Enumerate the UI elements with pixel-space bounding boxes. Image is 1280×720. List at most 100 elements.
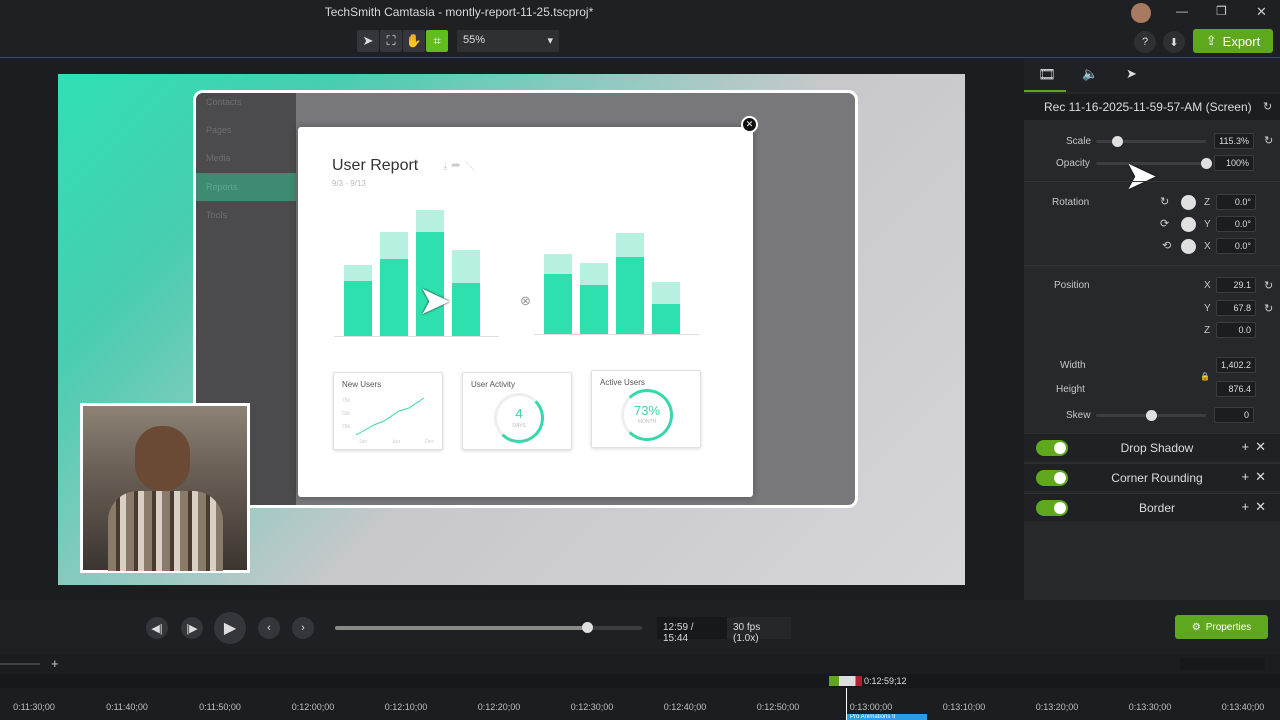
card-title: Active Users bbox=[600, 378, 645, 387]
y-tick: 75k bbox=[342, 398, 351, 404]
scrubber-track[interactable] bbox=[335, 626, 642, 630]
skew-field[interactable]: 0 bbox=[1214, 407, 1254, 423]
cursor-properties-tab-icon[interactable]: ➤ bbox=[1126, 66, 1137, 82]
lock-aspect-icon[interactable]: 🔒 bbox=[1200, 372, 1210, 381]
rotation-y-dial[interactable] bbox=[1181, 217, 1196, 232]
time-display: 12:59 / 15:44 bbox=[657, 617, 727, 644]
bar-top bbox=[580, 262, 608, 285]
properties-button[interactable]: ⚙ Properties bbox=[1175, 615, 1268, 639]
bar-top bbox=[380, 231, 408, 259]
zoom-in-icon[interactable]: + bbox=[51, 656, 59, 671]
chevron-down-icon: ▾ bbox=[547, 35, 553, 47]
position-y-field[interactable]: 67.8 bbox=[1216, 300, 1256, 316]
bar-base bbox=[544, 273, 572, 334]
maximize-icon[interactable]: ❐ bbox=[1216, 4, 1227, 18]
position-z-field[interactable]: 0.0 bbox=[1216, 322, 1256, 338]
reset-icon[interactable]: ↻ bbox=[1264, 302, 1273, 315]
position-x-field[interactable]: 29.1 bbox=[1216, 277, 1256, 293]
height-field[interactable]: 876.4 bbox=[1216, 381, 1256, 397]
rotation-y-field[interactable]: 0.0° bbox=[1216, 216, 1256, 232]
card-title: User Activity bbox=[471, 380, 516, 389]
select-tool-button[interactable]: ➤ bbox=[357, 30, 379, 52]
scale-slider-handle[interactable] bbox=[1112, 136, 1123, 147]
step-back-button[interactable]: ◀| bbox=[146, 617, 168, 639]
bar-top bbox=[652, 282, 680, 305]
skew-slider-handle[interactable] bbox=[1146, 410, 1157, 421]
bar-base bbox=[580, 284, 608, 334]
bar-base bbox=[616, 257, 644, 334]
rotation-x-field[interactable]: 0.0° bbox=[1216, 238, 1256, 254]
nav-item: Contacts bbox=[206, 97, 242, 107]
bar-top bbox=[544, 253, 572, 274]
add-remove-icons[interactable]: +✕ bbox=[1242, 469, 1272, 485]
timeline-zoom-slider[interactable] bbox=[0, 663, 40, 665]
add-remove-icons[interactable]: +✕ bbox=[1242, 439, 1272, 455]
fps-display[interactable]: 30 fps (1.0x) bbox=[727, 617, 791, 644]
timeline-clip[interactable]: Pro Animations II bbox=[847, 714, 927, 720]
avatar[interactable] bbox=[1131, 3, 1151, 23]
rotate-z-icon: ↻ bbox=[1160, 196, 1170, 208]
bar-top bbox=[344, 264, 372, 281]
export-button[interactable]: ⇪ Export bbox=[1193, 29, 1273, 53]
bar-chart-right bbox=[534, 212, 699, 335]
transform-tool-button[interactable]: ⛶ bbox=[380, 30, 402, 52]
reset-icon[interactable]: ↻ bbox=[1263, 100, 1272, 113]
visual-properties-tab-icon[interactable]: 🎞 bbox=[1038, 66, 1056, 83]
scale-field[interactable]: 115.3% bbox=[1214, 133, 1254, 149]
rotation-x-dial[interactable] bbox=[1181, 239, 1196, 254]
close-icon[interactable]: ✕ bbox=[1256, 4, 1267, 20]
rotate-y-icon: ⟳ bbox=[1160, 218, 1170, 230]
x-tick: Jun bbox=[392, 439, 401, 445]
download-button[interactable]: ⬇ bbox=[1163, 31, 1185, 53]
opacity-slider-handle[interactable] bbox=[1201, 158, 1212, 169]
add-remove-icons[interactable]: +✕ bbox=[1242, 499, 1272, 515]
timeline-tick: 0:13:40;00 bbox=[1221, 702, 1265, 712]
corner-rounding-toggle[interactable] bbox=[1036, 470, 1068, 486]
webcam-clip[interactable] bbox=[80, 403, 250, 573]
timeline-tick: 0:13:00;00 bbox=[849, 702, 893, 712]
skew-label: Skew bbox=[1066, 410, 1091, 421]
help-button[interactable]: ? bbox=[1134, 31, 1156, 53]
bar-top bbox=[416, 209, 444, 232]
playhead-handle[interactable] bbox=[829, 676, 862, 686]
opacity-field[interactable]: 100% bbox=[1214, 155, 1254, 171]
crop-tool-button[interactable]: ⌗ bbox=[426, 30, 448, 52]
next-button[interactable]: › bbox=[292, 617, 314, 639]
reset-icon[interactable]: ↻ bbox=[1264, 279, 1273, 292]
border-toggle[interactable] bbox=[1036, 500, 1068, 516]
timeline-tick: 0:11:40;00 bbox=[106, 702, 148, 712]
bar-base bbox=[344, 281, 372, 336]
audio-properties-tab-icon[interactable]: 🔈 bbox=[1082, 66, 1098, 82]
remove-clip-icon[interactable]: ✕ bbox=[741, 116, 758, 133]
previous-button[interactable]: ‹ bbox=[258, 617, 280, 639]
report-action-icons: ⤓➦╲ bbox=[443, 161, 479, 172]
presenter-body bbox=[108, 491, 223, 571]
drop-shadow-toggle[interactable] bbox=[1036, 440, 1068, 456]
timeline-ruler bbox=[0, 674, 1280, 688]
effect-corner-rounding: Corner Rounding +✕ bbox=[1024, 463, 1280, 491]
bar-base bbox=[380, 259, 408, 336]
axis-label: X bbox=[1204, 241, 1211, 252]
x-tick: Dec bbox=[425, 439, 434, 445]
opacity-label: Opacity bbox=[1056, 158, 1090, 169]
rotation-label: Rotation bbox=[1052, 197, 1090, 208]
properties-panel: 🎞 🔈 ➤ Rec 11-16-2025-11-59-57-AM (Screen… bbox=[1024, 58, 1280, 600]
timeline-scroll[interactable] bbox=[1180, 658, 1265, 670]
width-field[interactable]: 1,402.2 bbox=[1216, 357, 1256, 373]
rotation-z-dial[interactable] bbox=[1181, 195, 1196, 210]
active-users-card: Active Users 73% MONTH bbox=[591, 370, 701, 448]
minimize-icon[interactable]: — bbox=[1176, 4, 1188, 18]
effect-name: Corner Rounding bbox=[1111, 471, 1203, 485]
step-forward-button[interactable]: |▶ bbox=[181, 617, 203, 639]
reset-scale-icon[interactable]: ↻ bbox=[1264, 134, 1273, 147]
pan-tool-button[interactable]: ✋ bbox=[403, 30, 425, 52]
effect-border: Border +✕ bbox=[1024, 493, 1280, 521]
scrubber-handle[interactable] bbox=[581, 622, 593, 633]
line-chart bbox=[355, 397, 425, 436]
selected-screen-clip[interactable]: Contacts Pages Media Reports Tools User … bbox=[193, 90, 858, 508]
new-users-card: New Users 75k 50k 25k Jan Jun Dec bbox=[333, 372, 443, 450]
presenter-face bbox=[135, 426, 190, 491]
zoom-dropdown[interactable]: 55% ▾ bbox=[457, 30, 559, 52]
play-button[interactable]: ▶ bbox=[214, 612, 246, 644]
rotation-z-field[interactable]: 0.0° bbox=[1216, 194, 1256, 210]
